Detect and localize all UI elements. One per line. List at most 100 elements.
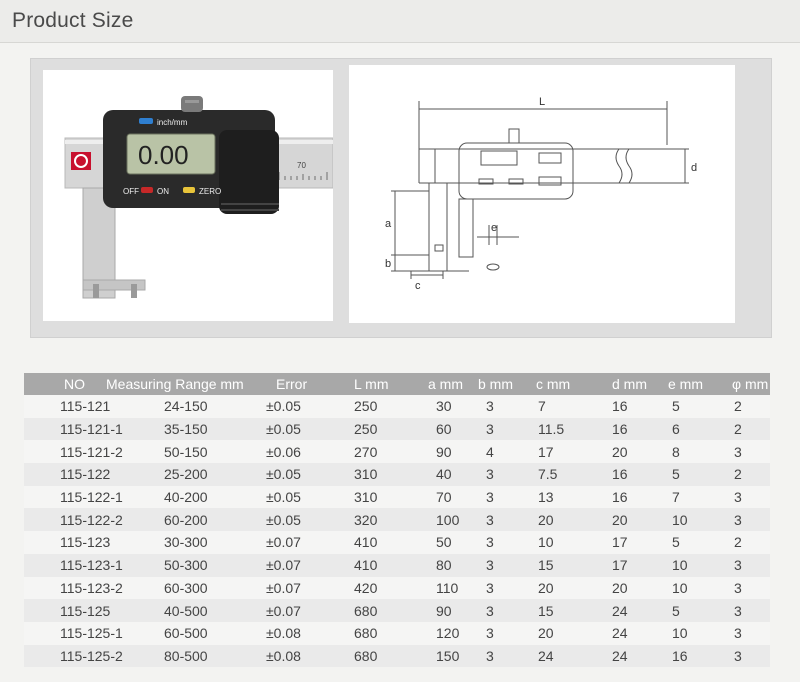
table-cell: ±0.08 [266, 621, 338, 645]
table-cell: 5 [656, 531, 714, 554]
table-cell: 680 [338, 599, 410, 622]
table-cell: 40-500 [106, 599, 266, 622]
table-cell: 16 [594, 395, 656, 418]
table-cell: 115-121 [24, 395, 110, 418]
lcd-readout: 0.00 [138, 140, 189, 170]
table-cell: 3 [714, 508, 770, 532]
column-header: d mm [594, 373, 656, 395]
table-cell: 40-200 [106, 485, 266, 509]
table-cell: 310 [338, 485, 410, 509]
table-cell: 3 [468, 508, 526, 532]
dimension-drawing-graphic: L d a b c e [385, 96, 697, 292]
table-cell: 5 [656, 395, 714, 418]
dim-label-e: e [491, 222, 497, 234]
page-title: Product Size [12, 9, 134, 32]
table-cell: 3 [714, 599, 770, 622]
table-cell: 120 [410, 621, 468, 645]
table-cell: 5 [656, 599, 714, 622]
table-cell: 2 [714, 531, 770, 554]
table-cell: 420 [338, 576, 410, 600]
table-row: 115-123 30-300 ±0.07 410 50 3 10 17 5 2 [24, 531, 770, 554]
table-cell: 7 [526, 395, 594, 418]
table-cell: 16 [594, 417, 656, 441]
table-cell: ±0.05 [266, 463, 338, 486]
zero-label: ZERO [199, 187, 221, 196]
table-cell: 6 [656, 417, 714, 441]
table-cell: 17 [594, 531, 656, 554]
column-header: φ mm [714, 373, 770, 395]
caliper-photo: 70 inch/mm 0.00 OFF ON ZERO [43, 70, 333, 321]
table-cell: 3 [468, 531, 526, 554]
table-cell: 7 [656, 485, 714, 509]
table-cell: 100 [410, 508, 468, 532]
table-cell: 3 [468, 644, 526, 668]
table-cell: 10 [656, 508, 714, 532]
table-cell: ±0.07 [266, 553, 338, 577]
table-cell: 35-150 [106, 417, 266, 441]
table-cell: 17 [594, 553, 656, 577]
table-cell: 410 [338, 531, 410, 554]
table-cell: 3 [468, 599, 526, 622]
thumb-wheel [181, 96, 203, 112]
table-cell: 16 [594, 463, 656, 486]
table-cell: ±0.06 [266, 440, 338, 464]
table-cell: 2 [714, 395, 770, 418]
table-cell: 30-300 [106, 531, 266, 554]
table-cell: 3 [468, 485, 526, 509]
dimension-drawing: L d a b c e [349, 65, 735, 323]
table-cell: 4 [468, 440, 526, 464]
table-cell: 2 [714, 417, 770, 441]
table-row: 115-122-1 40-200 ±0.05 310 70 3 13 16 7 3 [24, 485, 770, 509]
table-cell: 90 [410, 440, 468, 464]
on-label: ON [157, 187, 169, 196]
table-cell: ±0.08 [266, 644, 338, 668]
table-cell: 20 [526, 621, 594, 645]
column-header: e mm [656, 373, 714, 395]
table-cell: 50-300 [106, 553, 266, 577]
table-cell: 115-123-1 [24, 553, 123, 577]
table-cell: 115-123 [24, 531, 110, 554]
table-cell: 24 [594, 599, 656, 622]
table-cell: 250 [338, 395, 410, 418]
table-cell: 80 [410, 553, 468, 577]
table-cell: ±0.07 [266, 531, 338, 554]
off-label: OFF [123, 187, 139, 196]
table-cell: 15 [526, 599, 594, 622]
table-cell: 115-121-2 [24, 440, 123, 464]
caliper-photo-graphic: 70 inch/mm 0.00 OFF ON ZERO [64, 96, 333, 299]
column-header: L mm [338, 373, 410, 395]
table-cell: 3 [714, 644, 770, 668]
table-cell: 115-125-2 [24, 644, 123, 668]
table-cell: 2 [714, 463, 770, 486]
table-body: 115-121 24-150 ±0.05 250 30 3 7 16 5 2 115-121-1 35… [24, 395, 770, 668]
table-cell: 320 [338, 508, 410, 532]
dim-label-a: a [385, 218, 392, 230]
table-row: 115-121 24-150 ±0.05 250 30 3 7 16 5 2 [24, 395, 770, 418]
table-cell: 115-121-1 [24, 417, 123, 441]
table-cell: 60 [410, 417, 468, 441]
table-row: 115-122 25-200 ±0.05 310 40 3 7.5 16 5 2 [24, 463, 770, 486]
table-cell: 10 [656, 621, 714, 645]
table-cell: 16 [594, 485, 656, 509]
mode-button [139, 118, 153, 124]
table-cell: 250 [338, 417, 410, 441]
table-row: 115-123-1 50-300 ±0.07 410 80 3 15 17 10 3 [24, 553, 770, 577]
table-cell: 20 [526, 576, 594, 600]
scale-mark: 70 [297, 161, 306, 170]
page-header: Product Size [0, 0, 800, 43]
table-cell: 24-150 [106, 395, 266, 418]
table-cell: 50 [410, 531, 468, 554]
table-cell: 115-122-2 [24, 508, 123, 532]
dim-label-b: b [385, 258, 391, 270]
table-cell: ±0.07 [266, 599, 338, 622]
table-cell: 150 [410, 644, 468, 668]
table-cell: 10 [656, 553, 714, 577]
table-row: 115-123-2 60-300 ±0.07 420 110 3 20 20 10 3 [24, 576, 770, 600]
table-cell: 80-500 [106, 644, 266, 668]
table-cell: 3 [468, 417, 526, 441]
zero-button [183, 187, 195, 193]
table-cell: 115-123-2 [24, 576, 123, 600]
table-cell: 3 [468, 395, 526, 418]
dim-label-c: c [415, 280, 421, 292]
table-cell: 8 [656, 440, 714, 464]
